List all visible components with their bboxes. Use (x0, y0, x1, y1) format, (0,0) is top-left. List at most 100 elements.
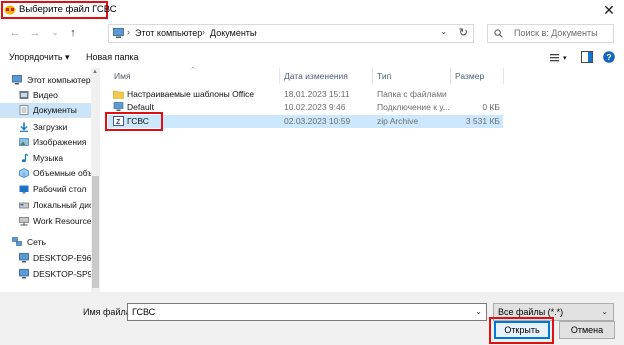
sidebar-item-network[interactable]: Сеть (0, 235, 92, 250)
file-name: Настраиваемые шаблоны Office (127, 89, 255, 99)
column-header-type[interactable]: Тип (377, 71, 391, 81)
file-row[interactable]: Настраиваемые шаблоны Office 18.01.2023 … (108, 88, 503, 101)
sidebar-item-work-resources[interactable]: Work Resources (0, 214, 92, 229)
sidebar-item-label: Музыка (33, 153, 64, 163)
file-size: 3 531 КБ (465, 116, 500, 126)
recent-chevron-icon[interactable]: ⌄ (48, 26, 62, 40)
sidebar-item-label: DESKTOP-E96GJ3 (33, 253, 92, 263)
folder-icon (113, 90, 124, 99)
sidebar-item-this-pc[interactable]: Этот компьютер (0, 73, 92, 88)
sidebar-item-documents[interactable]: Документы (0, 103, 92, 118)
sidebar-item-label: Изображения (33, 137, 87, 147)
chevron-down-icon[interactable]: ⌄ (475, 307, 482, 316)
file-date: 02.03.2023 10:59 (284, 116, 351, 126)
sidebar-item-3d-objects[interactable]: Объемные объ (0, 166, 92, 181)
column-header-date[interactable]: Дата изменения (284, 71, 348, 81)
navigation-pane: Этот компьютер Видео Документы Загрузки … (0, 68, 100, 292)
column-divider[interactable] (503, 68, 504, 84)
desktop-icon (19, 185, 29, 194)
local-disk-icon (19, 202, 29, 209)
breadcrumb-documents[interactable]: Документы (210, 28, 256, 38)
sidebar-item-label: Видео (33, 90, 58, 100)
preview-pane-icon[interactable] (581, 51, 593, 63)
search-icon (494, 29, 503, 38)
file-date: 18.01.2023 15:11 (284, 89, 350, 99)
sidebar-item-desktop-sp963[interactable]: DESKTOP-SP963\ (0, 267, 92, 282)
view-options-icon[interactable] (549, 51, 563, 65)
organize-button[interactable]: Упорядочить ▾ (9, 52, 70, 63)
close-icon[interactable]: ✕ (600, 1, 618, 19)
file-size: 0 КБ (482, 102, 500, 112)
open-button[interactable]: Открыть (494, 321, 550, 339)
help-icon[interactable]: ? (603, 51, 615, 63)
address-dropdown-icon[interactable]: ⌄ (440, 27, 447, 36)
sidebar-item-music[interactable]: Музыка (0, 151, 92, 166)
sidebar-item-label: Этот компьютер (27, 75, 91, 85)
sidebar-item-label: Документы (33, 105, 77, 115)
downloads-icon (20, 122, 28, 132)
network-drive-icon (19, 217, 29, 226)
sidebar-item-desktop-e96gj3[interactable]: DESKTOP-E96GJ3 (0, 251, 92, 266)
sidebar-item-label: Work Resources (33, 216, 92, 226)
column-header-size[interactable]: Размер (455, 71, 484, 81)
filename-label: Имя файла: (83, 307, 134, 317)
back-icon[interactable]: ← (8, 26, 22, 40)
breadcrumb-chevron-icon: › (254, 27, 257, 37)
computer-icon (12, 75, 22, 85)
sidebar-item-pictures[interactable]: Изображения (0, 135, 92, 150)
rdp-file-icon (113, 102, 124, 111)
sidebar-item-label: Рабочий стол (33, 184, 87, 194)
cancel-button[interactable]: Отмена (559, 321, 615, 339)
computer-icon (19, 253, 29, 263)
computer-icon (113, 28, 124, 38)
filename-input[interactable]: ГСВС ⌄ (127, 303, 487, 321)
scroll-up-icon[interactable]: ▲ (92, 69, 98, 75)
view-dropdown-icon[interactable]: ▾ (563, 54, 567, 62)
new-folder-button[interactable]: Новая папка (86, 52, 138, 62)
sidebar-scrollbar[interactable]: ▲ (91, 68, 100, 292)
sidebar-item-desktop[interactable]: Рабочий стол (0, 182, 92, 197)
breadcrumb-chevron-icon: › (202, 27, 205, 37)
window-title: Выберите файл ГСВС (19, 4, 117, 15)
scrollbar-thumb[interactable] (92, 176, 99, 288)
search-placeholder: Поиск в: Документы (514, 28, 598, 38)
file-row-selected[interactable]: Z ГСВС 02.03.2023 10:59 zip Archive 3 53… (108, 115, 503, 128)
svg-text:?: ? (606, 52, 611, 62)
computer-icon (19, 269, 29, 279)
documents-icon (19, 105, 29, 115)
sidebar-item-label: DESKTOP-SP963\ (33, 269, 92, 279)
title-bar: Выберите файл ГСВС ✕ (0, 0, 624, 22)
file-type: zip Archive (377, 116, 419, 126)
sidebar-item-local-disk[interactable]: Локальный дис (0, 198, 92, 213)
sidebar-item-label: Загрузки (33, 122, 68, 132)
refresh-icon[interactable]: ↻ (459, 26, 468, 39)
sort-indicator-icon: ⌃ (190, 67, 196, 74)
column-divider[interactable] (450, 68, 451, 84)
3d-objects-icon (19, 168, 29, 178)
file-highlight (105, 112, 163, 131)
breadcrumb-chevron-icon: › (127, 27, 130, 37)
file-list: ⌃ Имя Дата изменения Тип Размер Настраив… (100, 67, 624, 292)
sidebar-item-label: Сеть (27, 237, 46, 247)
column-divider[interactable] (279, 68, 280, 84)
address-row: ← → ⌄ ↑ › Этот компьютер › Документы › ⌄… (0, 22, 624, 46)
file-name: Default (127, 102, 154, 112)
sidebar-item-downloads[interactable]: Загрузки (0, 120, 92, 135)
sidebar-item-label: Локальный дис (33, 200, 92, 210)
column-divider[interactable] (372, 68, 373, 84)
filename-value: ГСВС (132, 307, 156, 317)
file-type: Подключение к у... (377, 102, 450, 112)
breadcrumb-this-pc[interactable]: Этот компьютер (135, 28, 202, 38)
network-icon (12, 237, 22, 246)
sidebar-item-video[interactable]: Видео (0, 88, 92, 103)
forward-icon[interactable]: → (28, 26, 42, 40)
file-date: 10.02.2023 9:46 (284, 102, 346, 112)
file-row[interactable]: Default 10.02.2023 9:46 Подключение к у.… (108, 101, 503, 114)
video-icon (19, 91, 29, 99)
app-icon (4, 5, 16, 15)
search-input[interactable]: Поиск в: Документы (487, 24, 614, 43)
up-icon[interactable]: ↑ (66, 26, 80, 40)
filetype-value: Все файлы (*.*) (498, 307, 564, 317)
address-bar[interactable]: › Этот компьютер › Документы › ⌄ ↻ (108, 24, 474, 43)
column-header-name[interactable]: Имя (114, 71, 131, 81)
